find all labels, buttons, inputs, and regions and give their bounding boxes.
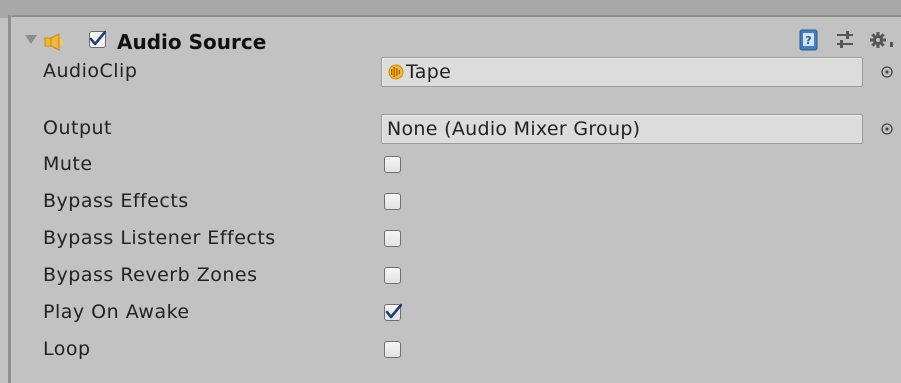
loop-label: Loop: [43, 338, 91, 360]
bypass-listener-effects-checkbox[interactable]: [384, 230, 401, 247]
play-on-awake-row: Play On Awake: [11, 296, 901, 330]
svg-text:?: ?: [805, 34, 811, 47]
component-header[interactable]: Audio Source ?: [11, 27, 901, 57]
bypass-reverb-zones-label: Bypass Reverb Zones: [43, 264, 258, 286]
bypass-effects-checkbox[interactable]: [384, 193, 401, 210]
foldout-triangle-icon[interactable]: [25, 35, 37, 44]
play-on-awake-label: Play On Awake: [43, 301, 190, 323]
audio-clip-row: AudioClip Tape: [11, 55, 901, 89]
loop-checkbox[interactable]: [384, 341, 401, 358]
checkmark-icon: [385, 303, 402, 319]
bypass-listener-effects-row: Bypass Listener Effects: [11, 222, 901, 256]
bypass-reverb-zones-checkbox[interactable]: [384, 267, 401, 284]
output-value: None (Audio Mixer Group): [387, 118, 641, 140]
bypass-effects-label: Bypass Effects: [43, 190, 189, 212]
output-field[interactable]: None (Audio Mixer Group): [381, 114, 863, 144]
help-book-icon[interactable]: ?: [798, 29, 820, 51]
object-picker-icon[interactable]: [881, 66, 893, 78]
mute-label: Mute: [43, 153, 93, 175]
top-band: [0, 0, 901, 18]
bypass-listener-effects-label: Bypass Listener Effects: [43, 227, 276, 249]
mute-checkbox[interactable]: [384, 156, 401, 173]
mute-row: Mute: [11, 148, 901, 182]
audio-clip-value: Tape: [406, 61, 452, 83]
gear-icon[interactable]: [867, 29, 901, 51]
audio-source-component: Audio Source ? AudioClip Tape Output Non…: [11, 17, 901, 383]
component-title: Audio Source: [117, 30, 267, 54]
object-picker-icon[interactable]: [881, 123, 893, 135]
checkmark-icon: [89, 30, 106, 46]
loop-row: Loop: [11, 333, 901, 367]
audio-clip-field[interactable]: Tape: [381, 57, 863, 87]
audio-clip-icon: [388, 64, 404, 80]
bypass-reverb-zones-row: Bypass Reverb Zones: [11, 259, 901, 293]
audio-clip-label: AudioClip: [43, 60, 138, 82]
play-on-awake-checkbox[interactable]: [384, 303, 402, 321]
bypass-effects-row: Bypass Effects: [11, 185, 901, 219]
preset-sliders-icon[interactable]: [834, 29, 856, 51]
speaker-icon: [44, 33, 63, 51]
component-enabled-checkbox[interactable]: [89, 30, 106, 48]
output-label: Output: [43, 117, 112, 139]
output-row: Output None (Audio Mixer Group): [11, 112, 901, 146]
